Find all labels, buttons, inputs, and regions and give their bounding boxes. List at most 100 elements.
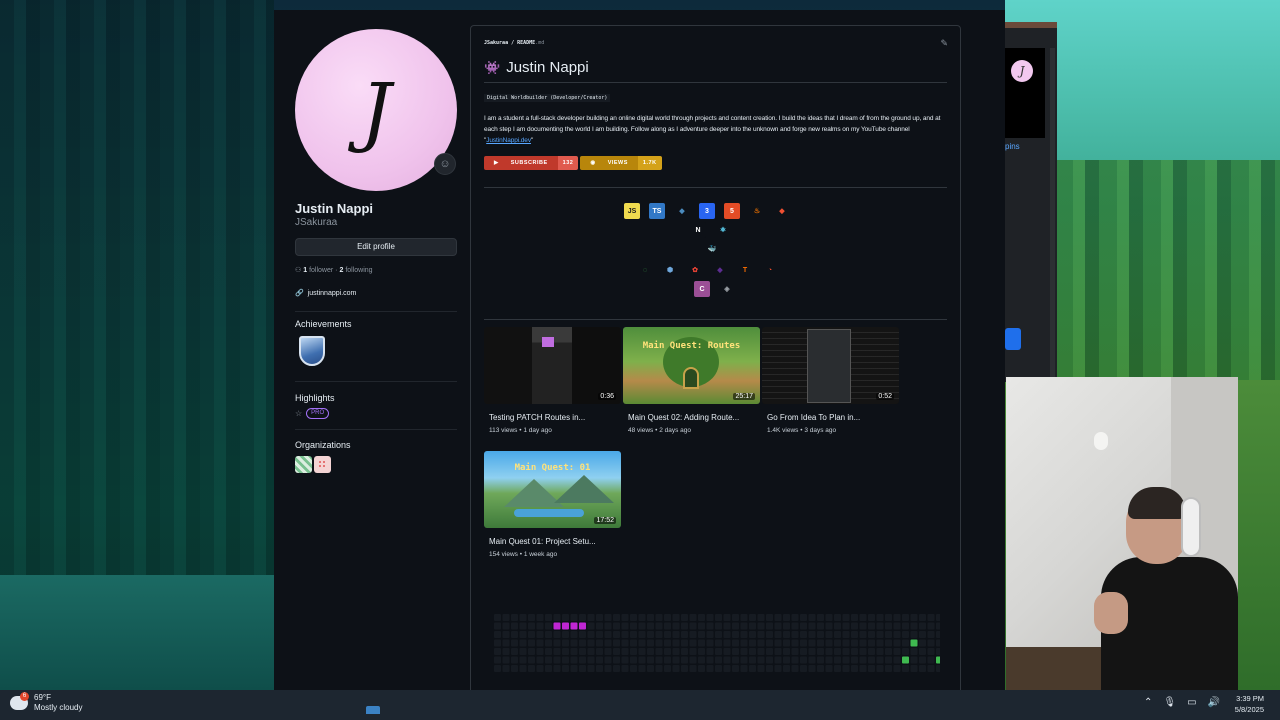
contribution-cell bbox=[851, 631, 858, 638]
video-age: 1 day ago bbox=[523, 427, 552, 434]
video-thumbnail[interactable]: Main Quest: Routes 25:17 bbox=[623, 327, 760, 404]
divider bbox=[295, 311, 457, 312]
achievement-badge-icon[interactable] bbox=[299, 336, 325, 366]
weather-text: 69°F Mostly cloudy bbox=[34, 693, 82, 713]
contribution-cell bbox=[672, 622, 680, 630]
background-scrollbar[interactable] bbox=[1050, 48, 1055, 378]
organization-avatar-1[interactable] bbox=[295, 456, 312, 473]
contribution-cell bbox=[621, 656, 629, 664]
contribution-cell bbox=[808, 656, 816, 664]
contribution-cell bbox=[732, 639, 739, 647]
contribution-cell bbox=[672, 639, 680, 647]
contribution-cell bbox=[536, 631, 544, 638]
contribution-cell bbox=[740, 622, 748, 630]
contribution-cell bbox=[681, 656, 688, 664]
contribution-cell bbox=[868, 656, 875, 664]
git-icon: ◆ bbox=[779, 208, 785, 215]
contribution-cell bbox=[579, 614, 586, 621]
edit-pencil-icon[interactable]: ✎ bbox=[940, 38, 948, 49]
video-meta: 113 views • 1 day ago bbox=[484, 427, 621, 434]
video-card[interactable]: Main Quest: Routes 25:17 Main Quest 02: … bbox=[623, 327, 760, 434]
profile-avatar[interactable]: J bbox=[295, 29, 457, 191]
video-card[interactable]: 0:36 Testing PATCH Routes in... 113 view… bbox=[484, 327, 621, 434]
contribution-cell bbox=[893, 614, 901, 621]
views-shield[interactable]: ◉ VIEWS 1.7K bbox=[580, 156, 662, 170]
java-icon: ♨ bbox=[753, 208, 761, 215]
contribution-cell bbox=[800, 614, 807, 621]
contribution-cell bbox=[723, 622, 731, 630]
shields-row: ▶ SUBSCRIBE 132 ◉ VIEWS 1.7K bbox=[484, 156, 662, 170]
video-title[interactable]: Main Quest 02: Adding Route... bbox=[623, 413, 760, 422]
edit-profile-button[interactable]: Edit profile bbox=[295, 238, 457, 256]
contribution-cell bbox=[511, 631, 518, 638]
contribution-cell bbox=[698, 614, 705, 621]
contribution-cell bbox=[800, 639, 807, 647]
readme-path-file[interactable]: README bbox=[517, 40, 535, 46]
video-card[interactable]: Main Quest: 01 17:52 Main Quest 01: Proj… bbox=[484, 451, 621, 558]
video-title[interactable]: Main Quest 01: Project Setu... bbox=[484, 537, 621, 546]
contribution-cell bbox=[749, 648, 756, 655]
profile-website[interactable]: 🔗 justinnappi.com bbox=[295, 289, 356, 297]
contribution-cell bbox=[621, 622, 629, 630]
thumbnail-mountain bbox=[554, 475, 614, 503]
following-count[interactable]: 2 bbox=[339, 267, 343, 274]
youtube-channel-link[interactable]: JustinNappi.dev bbox=[486, 137, 531, 144]
profile-name: Justin Nappi bbox=[295, 201, 374, 216]
contribution-cell bbox=[927, 656, 935, 664]
background-browser-window[interactable]: J pins bbox=[1005, 22, 1057, 382]
taskbar-clock[interactable]: 3:39 PM 5/8/2025 bbox=[1235, 693, 1264, 715]
organization-avatar-2[interactable] bbox=[314, 456, 331, 473]
following-label[interactable]: following bbox=[345, 267, 372, 274]
contribution-cell bbox=[528, 614, 535, 621]
contribution-cell bbox=[647, 639, 654, 647]
contribution-cell bbox=[681, 648, 688, 655]
contribution-cell bbox=[757, 631, 765, 638]
chevron-up-icon[interactable]: ⌃ bbox=[1144, 697, 1152, 708]
subscribe-shield[interactable]: ▶ SUBSCRIBE 132 bbox=[484, 156, 579, 170]
contribution-cell bbox=[876, 614, 884, 621]
set-status-smiley-icon[interactable]: ☺ bbox=[434, 153, 456, 175]
contribution-cell bbox=[689, 631, 697, 638]
contribution-cell bbox=[494, 614, 501, 621]
contribution-cell bbox=[655, 648, 663, 655]
video-title[interactable]: Testing PATCH Routes in... bbox=[484, 413, 621, 422]
video-thumbnail[interactable]: 0:52 bbox=[762, 327, 899, 404]
tech-icons-row-4: ◌ ⬢ ✿ ◆ T ◔ bbox=[637, 262, 778, 278]
contribution-cell bbox=[553, 665, 561, 672]
weather-widget[interactable]: 6 69°F Mostly cloudy bbox=[10, 692, 82, 713]
video-title[interactable]: Go From Idea To Plan in... bbox=[762, 413, 899, 422]
volume-icon[interactable]: 🔊 bbox=[1208, 697, 1220, 708]
contribution-cell bbox=[553, 648, 561, 655]
contribution-cell bbox=[834, 656, 841, 664]
contribution-cell bbox=[511, 648, 518, 655]
website-link[interactable]: justinnappi.com bbox=[308, 290, 357, 297]
contribution-cell bbox=[672, 631, 680, 638]
video-card[interactable]: 0:52 Go From Idea To Plan in... 1.4K vie… bbox=[762, 327, 899, 434]
visualstudio-icon: ◆ bbox=[717, 267, 723, 274]
readme-path-user[interactable]: JSakuraa bbox=[484, 40, 508, 46]
background-link[interactable]: pins bbox=[1005, 142, 1020, 151]
contribution-cell bbox=[800, 631, 807, 638]
contribution-cell bbox=[519, 656, 527, 664]
contribution-cell bbox=[740, 631, 748, 638]
contribution-cell bbox=[919, 622, 926, 630]
followers-count[interactable]: 1 bbox=[303, 267, 307, 274]
contribution-cell bbox=[876, 622, 884, 630]
taskbar-app-icon[interactable] bbox=[366, 706, 380, 714]
contribution-cell bbox=[579, 656, 586, 664]
contribution-cell bbox=[723, 656, 731, 664]
background-blue-button[interactable] bbox=[1005, 328, 1021, 350]
contribution-cell bbox=[783, 631, 790, 638]
microphone-icon[interactable]: 🎙 bbox=[1163, 697, 1176, 708]
contribution-cell bbox=[876, 631, 884, 638]
network-icon[interactable]: ▭ bbox=[1187, 697, 1196, 708]
video-thumbnail[interactable]: Main Quest: 01 17:52 bbox=[484, 451, 621, 528]
contribution-cell bbox=[893, 622, 901, 630]
contribution-cell bbox=[757, 614, 765, 621]
contribution-cell bbox=[689, 665, 697, 672]
nextjs-icon: N bbox=[690, 222, 706, 238]
contribution-cell bbox=[562, 639, 569, 647]
followers-label[interactable]: follower bbox=[309, 267, 333, 274]
video-thumbnail[interactable]: 0:36 bbox=[484, 327, 621, 404]
video-duration: 17:52 bbox=[594, 517, 616, 524]
